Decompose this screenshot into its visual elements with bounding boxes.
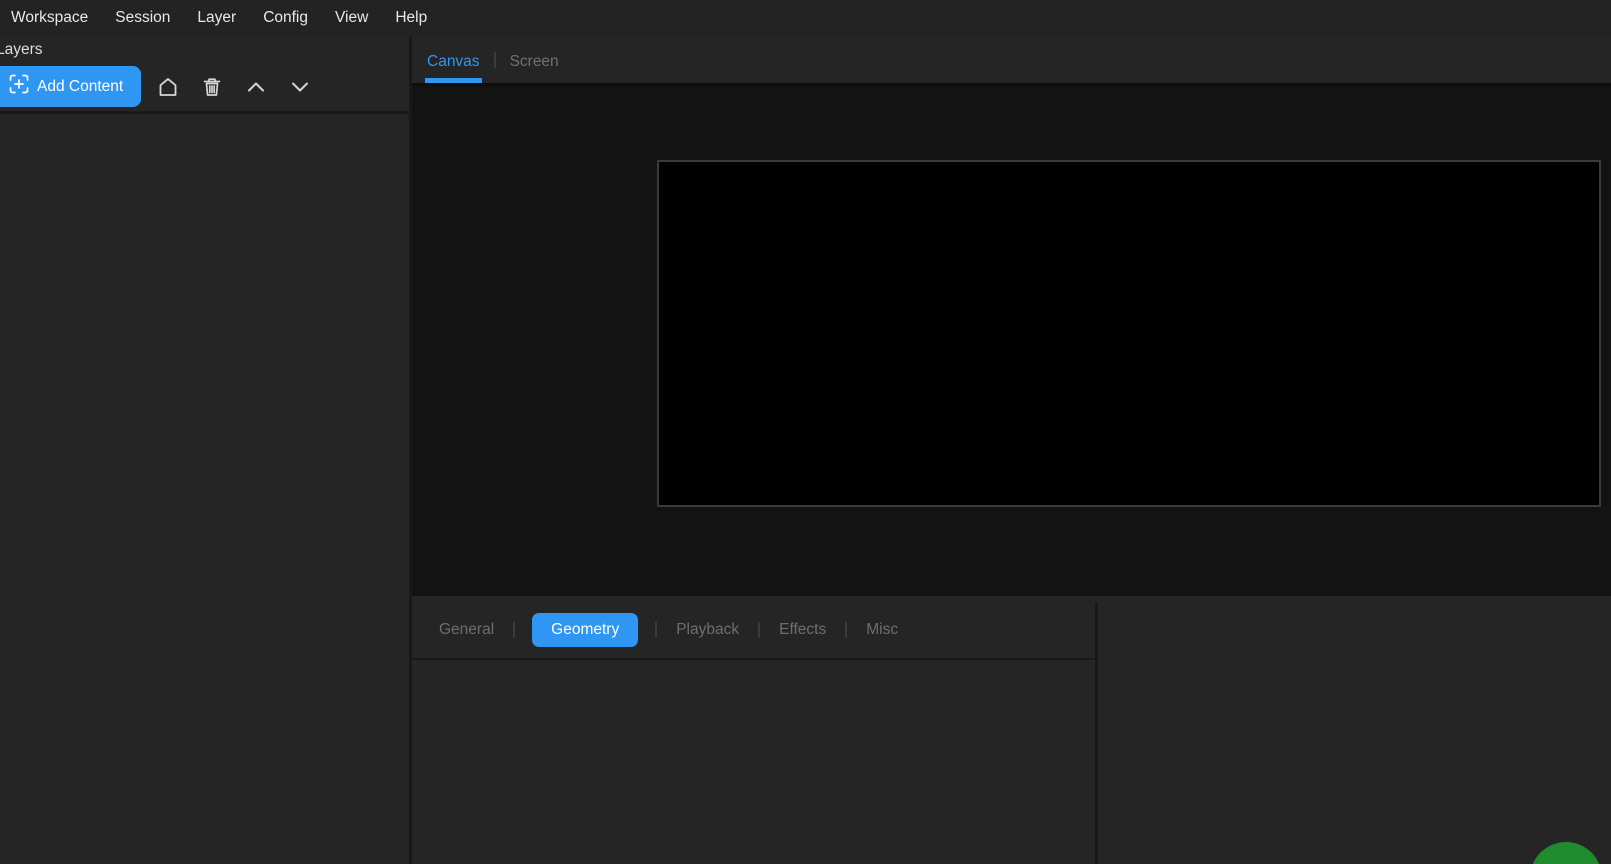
move-layer-up-button[interactable]	[239, 70, 273, 104]
tab-separator	[513, 622, 515, 638]
trash-icon	[200, 75, 224, 99]
delete-layer-button[interactable]	[195, 70, 229, 104]
menu-layer[interactable]: Layer	[197, 9, 236, 27]
home-button[interactable]	[151, 70, 185, 104]
bottom-row: General Geometry Playback Effects Misc	[412, 602, 1611, 864]
canvas-tab-strip: Canvas Screen	[412, 36, 1611, 86]
menu-view[interactable]: View	[335, 9, 368, 27]
menu-bar: Workspace Session Layer Config View Help	[0, 0, 1611, 36]
properties-content	[412, 660, 1095, 864]
main-area: Layers Add Content	[0, 36, 1611, 864]
add-content-label: Add Content	[37, 78, 123, 96]
add-fab-button[interactable]	[1530, 842, 1602, 864]
menu-help[interactable]: Help	[395, 9, 427, 27]
add-content-icon	[9, 74, 29, 99]
properties-panel: General Geometry Playback Effects Misc	[412, 602, 1098, 864]
properties-tab-strip: General Geometry Playback Effects Misc	[412, 602, 1095, 660]
tab-separator	[655, 622, 657, 638]
chevron-down-icon	[287, 74, 313, 100]
application-window: Workspace Session Layer Config View Help…	[0, 0, 1611, 864]
menu-config[interactable]: Config	[263, 9, 308, 27]
menu-workspace[interactable]: Workspace	[11, 9, 88, 27]
right-column: Canvas Screen General Geometry Playb	[412, 36, 1611, 864]
tab-effects[interactable]: Effects	[777, 613, 828, 647]
canvas-viewport[interactable]	[412, 86, 1611, 596]
tab-general[interactable]: General	[437, 613, 496, 647]
canvas-panel: Canvas Screen	[412, 36, 1611, 602]
tab-playback[interactable]: Playback	[674, 613, 741, 647]
tab-separator	[845, 622, 847, 638]
layers-panel-title: Layers	[0, 39, 409, 61]
layers-panel: Layers Add Content	[0, 36, 412, 864]
tab-geometry[interactable]: Geometry	[532, 613, 638, 647]
tab-canvas[interactable]: Canvas	[425, 36, 482, 83]
tab-screen[interactable]: Screen	[508, 36, 561, 83]
menu-session[interactable]: Session	[115, 9, 170, 27]
layers-list[interactable]	[0, 114, 409, 864]
move-layer-down-button[interactable]	[283, 70, 317, 104]
tab-separator	[494, 52, 496, 68]
home-icon	[156, 75, 180, 99]
add-content-button[interactable]: Add Content	[0, 66, 141, 107]
tab-misc[interactable]: Misc	[864, 613, 900, 647]
output-screen-rect[interactable]	[657, 160, 1601, 507]
layers-toolbar: Add Content	[0, 66, 409, 107]
chevron-up-icon	[243, 74, 269, 100]
tab-separator	[758, 622, 760, 638]
bottom-right-panel	[1098, 602, 1611, 864]
